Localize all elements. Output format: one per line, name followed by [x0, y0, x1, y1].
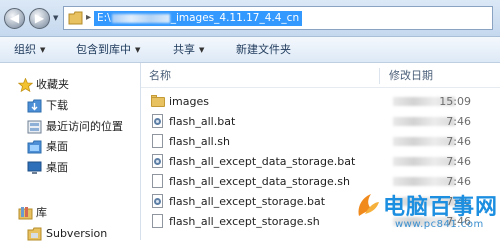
recent-places-label: 最近访问的位置: [46, 120, 123, 133]
chevron-down-icon: ▼: [40, 46, 46, 54]
file-name: flash_all.sh: [169, 135, 230, 148]
organize-button[interactable]: 组织 ▼: [14, 37, 45, 62]
organize-label: 组织: [14, 43, 36, 56]
column-header-name[interactable]: 名称: [149, 67, 171, 85]
file-name: flash_all_except_data_storage.sh: [169, 175, 350, 188]
document-icon: [151, 134, 165, 149]
subversion-folder-icon: [27, 227, 42, 241]
path-prefix: E:\: [97, 12, 111, 24]
recent-places-icon: [27, 120, 42, 134]
modified-time: 15:09: [439, 95, 471, 108]
watermark-url: www.pc841.com: [395, 219, 484, 230]
modified-time: 7:46: [446, 155, 471, 168]
modified-time: 7:46: [446, 115, 471, 128]
back-arrow-icon: ◀: [9, 11, 20, 25]
nav-item-desktop-2[interactable]: 桌面: [0, 158, 140, 178]
command-toolbar: 组织 ▼ 包含到库中 ▼ 共享 ▼ 新建文件夹: [0, 37, 500, 63]
folder-icon: [68, 11, 83, 25]
batch-file-icon: [151, 154, 165, 169]
navigation-pane: 收藏夹 下载 最近访问的位置 桌面 桌面 库 Subversion: [0, 63, 141, 241]
watermark: 电脑百事网 www.pc841.com: [355, 186, 500, 240]
include-in-library-button[interactable]: 包含到库中 ▼: [76, 37, 140, 62]
library-label: 库: [36, 206, 47, 219]
folder-icon: [151, 94, 165, 109]
history-dropdown-icon[interactable]: ▼: [53, 12, 61, 24]
path-suffix: _images_4.11.17_4.4_cn: [170, 12, 300, 24]
file-name: flash_all_except_storage.bat: [169, 195, 326, 208]
include-in-library-label: 包含到库中: [76, 43, 131, 56]
back-button[interactable]: ◀: [4, 8, 25, 29]
new-folder-label: 新建文件夹: [236, 43, 291, 56]
star-icon: [18, 78, 33, 92]
nav-library[interactable]: 库: [0, 203, 140, 223]
desktop-2-label: 桌面: [46, 161, 68, 174]
file-name: flash_all_except_storage.sh: [169, 215, 320, 228]
file-name: flash_all_except_data_storage.bat: [169, 155, 356, 168]
desktop-monitor-icon: [27, 161, 42, 174]
breadcrumb-separator-icon: ▸: [86, 12, 92, 23]
favorites-label: 收藏夹: [36, 78, 69, 91]
subversion-label: Subversion: [46, 227, 108, 240]
batch-file-icon: [151, 194, 165, 209]
forward-arrow-icon: ▶: [34, 11, 45, 25]
file-row[interactable]: flash_all.bat 7:46: [141, 112, 500, 131]
modified-date: 7:46: [388, 152, 493, 171]
desktop-label: 桌面: [46, 140, 68, 153]
address-text[interactable]: E:\ _images_4.11.17_4.4_cn: [94, 11, 303, 26]
share-button[interactable]: 共享 ▼: [173, 37, 204, 62]
modified-date: 15:09: [388, 92, 493, 111]
nav-item-downloads[interactable]: 下载: [0, 96, 140, 116]
document-icon: [151, 174, 165, 189]
downloads-folder-icon: [27, 99, 42, 113]
share-label: 共享: [173, 43, 195, 56]
modified-date: 7:46: [388, 112, 493, 131]
header-divider: [141, 87, 500, 88]
address-field[interactable]: ▸ E:\ _images_4.11.17_4.4_cn: [63, 6, 493, 30]
column-header-date[interactable]: 修改日期: [389, 67, 433, 85]
batch-file-icon: [151, 114, 165, 129]
library-icon: [18, 207, 33, 220]
file-row[interactable]: flash_all_except_data_storage.bat 7:46: [141, 152, 500, 171]
downloads-label: 下载: [46, 99, 68, 112]
nav-favorites[interactable]: 收藏夹: [0, 75, 140, 95]
file-name: flash_all.bat: [169, 115, 236, 128]
forward-button[interactable]: ▶: [29, 8, 50, 29]
modified-date: 7:46: [388, 132, 493, 151]
nav-item-recent-places[interactable]: 最近访问的位置: [0, 117, 140, 137]
watermark-title: 电脑百事网: [383, 195, 499, 220]
file-name: images: [169, 95, 209, 108]
desktop-folder-icon: [27, 140, 42, 154]
file-row[interactable]: flash_all.sh 7:46: [141, 132, 500, 151]
address-band: ◀ ▶ ▼ ▸ E:\ _images_4.11.17_4.4_cn: [0, 0, 500, 37]
redacted-path-segment: [111, 13, 170, 23]
nav-item-subversion[interactable]: Subversion: [0, 224, 140, 244]
file-row[interactable]: images 15:09: [141, 92, 500, 111]
chevron-down-icon: ▼: [199, 46, 205, 54]
new-folder-button[interactable]: 新建文件夹: [236, 37, 291, 62]
column-divider[interactable]: [379, 68, 380, 84]
document-icon: [151, 214, 165, 229]
modified-time: 7:46: [446, 135, 471, 148]
watermark-logo-icon: [358, 194, 379, 216]
chevron-down-icon: ▼: [135, 46, 141, 54]
nav-item-desktop[interactable]: 桌面: [0, 137, 140, 157]
